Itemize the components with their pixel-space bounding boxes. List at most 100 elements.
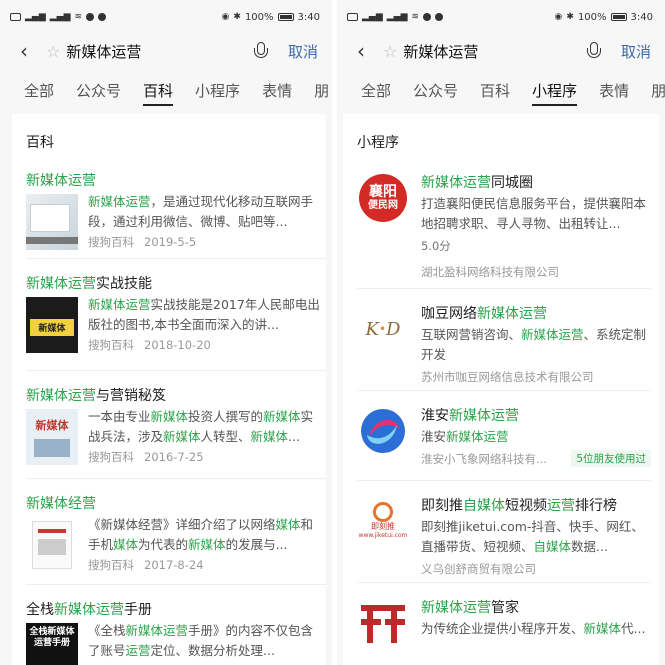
cover-title: 新媒体: [30, 319, 74, 336]
nfc-icon: [347, 13, 358, 21]
app-notification-icon: [423, 13, 432, 21]
text-segment: 互联网营销咨询、: [421, 327, 522, 342]
book-cover-image[interactable]: 新媒体: [26, 297, 78, 353]
result-title[interactable]: 新媒体运营实战技能: [26, 273, 152, 293]
book-cover-image[interactable]: 全栈新媒体运营手册: [26, 623, 78, 665]
app-notification-icon: [86, 13, 95, 21]
search-bar: ‹ ☆ 新媒体运营 取消: [337, 34, 665, 68]
text-segment: 为传统企业提供小程序开发、: [421, 621, 584, 636]
list-item[interactable]: 全栈新媒体运营手册 全栈新媒体运营手册 《全栈新媒体运营手册》的内容不仅包含了账号运…: [26, 584, 326, 665]
result-description: 《全栈新媒体运营手册》的内容不仅包含了账号运营定位、数据分析处理...: [88, 621, 322, 661]
keyword-highlight: 新媒体: [250, 429, 289, 444]
book-cover-image[interactable]: 新媒体: [26, 409, 78, 465]
keyword-highlight: 自媒体: [533, 539, 572, 554]
cancel-button[interactable]: 取消: [288, 41, 318, 62]
back-arrow-icon[interactable]: ‹: [357, 39, 375, 63]
keyword-highlight: 运营: [125, 643, 151, 658]
logo-ring: [373, 502, 393, 522]
app-logo[interactable]: [359, 407, 407, 455]
mini-program-title[interactable]: 淮安新媒体运营: [421, 405, 651, 425]
keyword-highlight: 媒体: [275, 517, 301, 532]
app-logo[interactable]: [359, 599, 407, 647]
text-segment: 手册: [124, 602, 152, 618]
right-panel: ▂▄▆ ▂▄▆ ≋ ◉ ✱ 100% 3:40 ‹ ☆ 新媒体运营 取消 全部公…: [337, 0, 665, 665]
mini-program-item[interactable]: 襄阳 便民网 新媒体运营同城圈 打造襄阳便民信息服务平台，提供襄阳本地招聘求职、寻人寻…: [357, 160, 651, 288]
mini-program-title[interactable]: 咖豆网络新媒体运营: [421, 303, 651, 323]
tab-百科[interactable]: 百科: [480, 68, 510, 112]
list-item[interactable]: 新媒体运营实战技能 新媒体 新媒体运营实战技能是2017年人民邮电出版社的图书,本书…: [26, 258, 326, 370]
mini-program-item[interactable]: K • D 咖豆网络新媒体运营 互联网营销咨询、新媒体运营、系统定制开发 苏州市咖豆网络信…: [357, 288, 651, 390]
result-title[interactable]: 新媒体运营与营销秘笈: [26, 385, 166, 405]
keyword-highlight: 新媒体运营: [521, 327, 584, 342]
tab-百科[interactable]: 百科: [143, 68, 174, 112]
star-icon[interactable]: ☆: [383, 42, 397, 61]
eye-icon: ◉: [221, 12, 230, 22]
tab-朋[interactable]: 朋: [314, 68, 329, 112]
book-cover-image[interactable]: [26, 194, 78, 250]
app-logo[interactable]: 襄阳 便民网: [359, 174, 407, 222]
company-name: 义乌创舒商贸有限公司: [421, 562, 536, 576]
logo-dot: •: [378, 322, 387, 336]
logo-text: 即刻推: [371, 522, 395, 531]
results-card: 百科 新媒体运营 新媒体运营，是通过现代化移动互联网手段，通过利用微信、微博、贴吧…: [12, 114, 326, 665]
keyword-highlight: 新媒体运营: [88, 194, 151, 209]
book-cover-image[interactable]: [26, 517, 78, 573]
result-title[interactable]: 新媒体经营: [26, 493, 96, 513]
list-item[interactable]: 新媒体运营 新媒体运营，是通过现代化移动互联网手段，通过利用微信、微博、贴吧等..…: [26, 160, 326, 258]
tab-bar: 全部 公众号 百科 小程序 表情朋: [337, 68, 665, 112]
keyword-highlight: 新媒体运营: [421, 175, 491, 191]
mini-program-title[interactable]: 新媒体运营管家: [421, 597, 651, 617]
wifi-icon: ≋: [74, 12, 83, 22]
microphone-icon[interactable]: [586, 42, 601, 60]
keyword-highlight: 新媒体经营: [26, 496, 96, 512]
text-segment: 排行榜: [575, 498, 617, 514]
logo-text: 便民网: [368, 200, 398, 211]
result-meta: 搜狗百科 2016-7-25: [88, 447, 322, 467]
list-item[interactable]: 新媒体运营与营销秘笈 新媒体 一本由专业新媒体投资人撰写的新媒体实战兵法，涉及新媒体…: [26, 370, 326, 478]
company-name: 淮安小飞象网络科技有...: [421, 452, 547, 466]
result-source: 搜狗百科: [88, 450, 134, 464]
keyword-highlight: 新媒体: [163, 429, 201, 444]
logo-text: www.jiketui.com: [358, 532, 408, 539]
mini-program-item[interactable]: 淮安新媒体运营 淮安新媒体运营 淮安小飞象网络科技有... 5位朋友使用过: [357, 390, 651, 480]
keyword-highlight: 新媒体运营: [477, 306, 547, 322]
keyword-highlight: 新媒体运营: [421, 600, 491, 616]
app-logo[interactable]: K • D: [359, 305, 407, 353]
tab-全部[interactable]: 全部: [24, 68, 54, 112]
tab-小程序[interactable]: 小程序: [195, 68, 240, 112]
app-logo[interactable]: 即刻推 www.jiketui.com: [359, 497, 407, 545]
tab-朋[interactable]: 朋: [651, 68, 665, 112]
cover-title: 新媒体: [35, 419, 69, 432]
mini-program-title[interactable]: 即刻推自媒体短视频运营排行榜: [421, 495, 651, 515]
search-input[interactable]: 新媒体运营: [66, 41, 254, 62]
result-title[interactable]: 全栈新媒体运营手册: [26, 599, 152, 619]
text-segment: 数据...: [571, 539, 608, 554]
microphone-icon[interactable]: [253, 42, 268, 60]
back-arrow-icon[interactable]: ‹: [20, 39, 38, 63]
tab-公众号[interactable]: 公众号: [76, 68, 121, 112]
mini-program-item[interactable]: 即刻推 www.jiketui.com 即刻推自媒体短视频运营排行榜 即刻推jiket…: [357, 480, 651, 582]
tab-小程序[interactable]: 小程序: [532, 68, 578, 112]
mini-program-item[interactable]: 新媒体运营管家 为传统企业提供小程序开发、新媒体代...: [357, 582, 651, 665]
battery-icon: [610, 13, 627, 21]
tab-公众号[interactable]: 公众号: [413, 68, 458, 112]
search-input[interactable]: 新媒体运营: [403, 41, 587, 62]
result-source: 搜狗百科: [88, 558, 134, 572]
result-title[interactable]: 新媒体运营: [26, 170, 96, 190]
cancel-button[interactable]: 取消: [621, 41, 651, 62]
results-card: 小程序 襄阳 便民网 新媒体运营同城圈 打造襄阳便民信息服务平台，提供襄阳本地招聘求职…: [343, 114, 659, 665]
text-segment: 与营销秘笈: [96, 388, 166, 404]
tab-表情[interactable]: 表情: [599, 68, 629, 112]
star-icon[interactable]: ☆: [46, 42, 60, 61]
status-bar: ▂▄▆ ▂▄▆ ≋ ◉ ✱ 100% 3:40: [0, 0, 332, 34]
result-date: 2016-7-25: [144, 450, 204, 464]
battery-percent: 100%: [244, 11, 274, 23]
tab-全部[interactable]: 全部: [361, 68, 391, 112]
signal-icon: ▂▄▆: [362, 12, 383, 22]
rating: 5.0分: [421, 239, 451, 253]
mini-program-title[interactable]: 新媒体运营同城圈: [421, 172, 651, 192]
text-segment: 一本由专业: [88, 409, 151, 424]
tab-表情[interactable]: 表情: [262, 68, 292, 112]
list-item[interactable]: 新媒体经营 《新媒体经营》详细介绍了以网络媒体和手机媒体为代表的新媒体的发展与..…: [26, 478, 326, 584]
battery-icon: [277, 13, 294, 21]
